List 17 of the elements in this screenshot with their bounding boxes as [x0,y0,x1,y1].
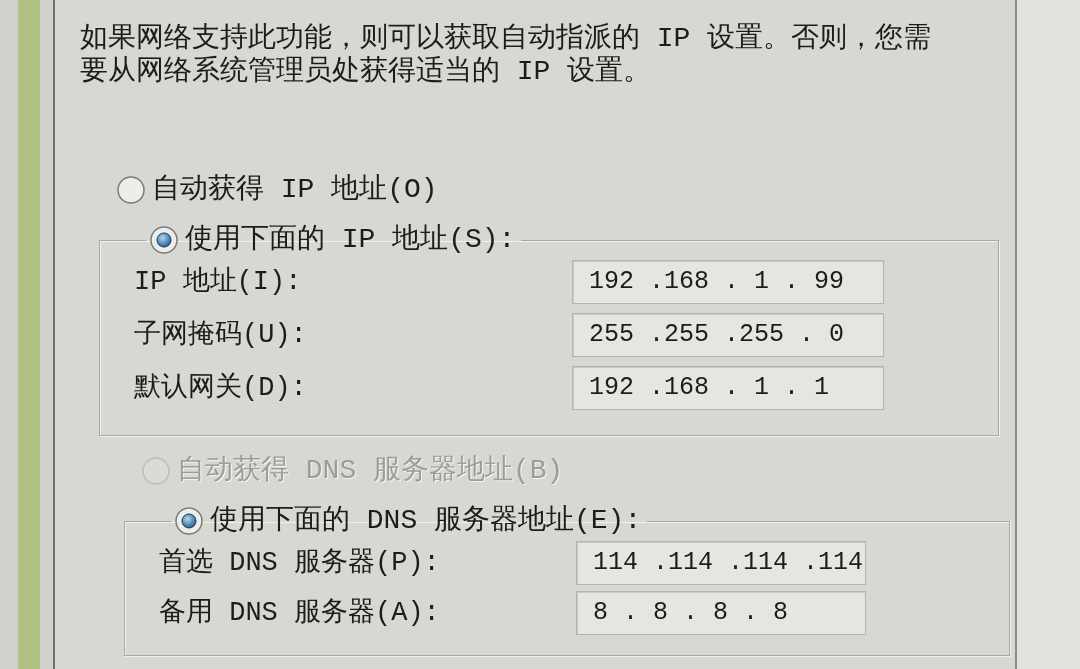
field-label: 首选 DNS 服务器(P): [159,546,441,580]
ip-address-field[interactable]: 192 .168 . 1 . 1 [572,366,884,410]
ip-address-field[interactable]: 192 .168 . 1 . 99 [572,260,884,304]
ip-address-field[interactable]: 8 . 8 . 8 . 8 [576,591,866,635]
ip-address-field[interactable]: 255 .255 .255 . 0 [572,313,884,357]
field-label: IP 地址(I): [134,265,303,299]
radio-button[interactable] [150,226,178,254]
radio-button[interactable] [175,507,203,535]
description-text: 如果网络支持此功能，则可以获取自动指派的 IP 设置。否则，您需要从网络系统管理员处获得适当的 IP 设置。 [80,22,933,88]
radio-label[interactable]: 使用下面的 IP 地址(S): [185,220,516,260]
radio-button[interactable] [117,176,145,204]
field-label: 默认网关(D): [134,371,308,405]
radio-label[interactable]: 使用下面的 DNS 服务器地址(E): [210,501,642,541]
field-label: 备用 DNS 服务器(A): [159,596,441,630]
field-label: 子网掩码(U): [134,318,308,352]
ip-address-field[interactable]: 114 .114 .114 .114 [576,541,866,585]
radio-label[interactable]: 自动获得 IP 地址(O) [152,170,438,210]
